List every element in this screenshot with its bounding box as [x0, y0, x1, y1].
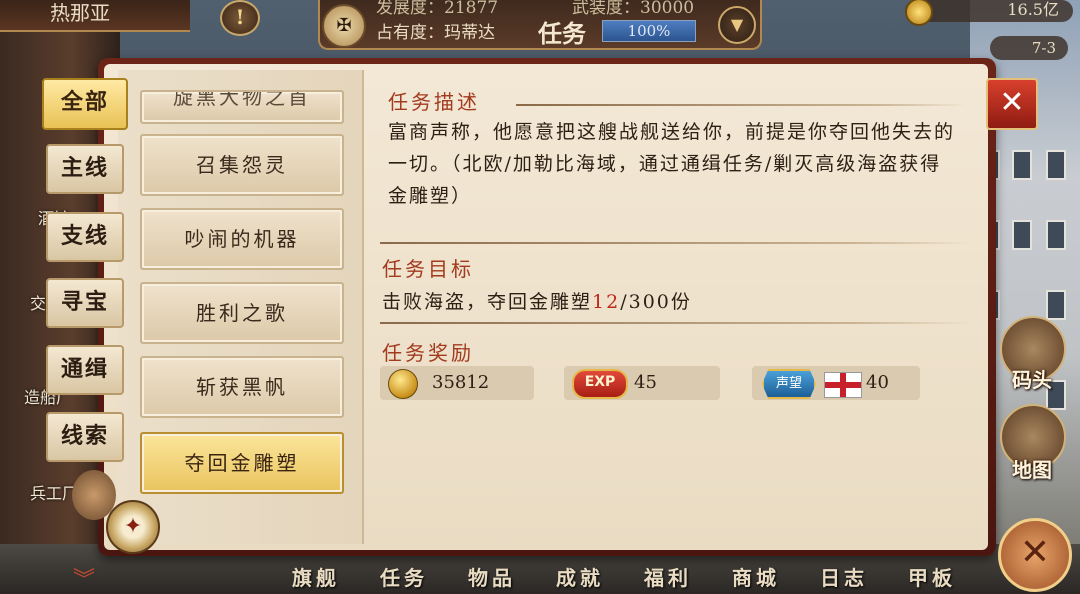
date-value: 7-3: [1031, 39, 1056, 57]
quest-goal: 击败海盗，夺回金雕塑12/300份: [382, 287, 692, 314]
reward-value: 35812: [432, 372, 490, 393]
panel-title: 任务: [538, 19, 586, 48]
dock-button-label[interactable]: 码头: [1002, 364, 1062, 393]
quest-item[interactable]: 胜利之歌: [140, 282, 344, 344]
date-counter: 7-3: [990, 36, 1068, 60]
gold-amount: 16.5亿: [1007, 0, 1059, 19]
close-button[interactable]: ✕: [986, 78, 1038, 130]
chevron-down-icon[interactable]: ▼: [718, 6, 756, 44]
reward-value: 45: [634, 372, 657, 393]
tab-side[interactable]: 支线: [46, 212, 124, 262]
nav-shop[interactable]: 商城: [732, 562, 780, 591]
quest-item[interactable]: 召集怨灵: [140, 134, 344, 196]
crossed-swords-icon[interactable]: ✕: [998, 518, 1072, 592]
description-title: 任务描述: [388, 90, 480, 114]
tab-wanted[interactable]: 通缉: [46, 345, 124, 395]
quest-description: 富商声称，他愿意把这艘战舰送给你，前提是你夺回他失去的一切。（北欧/加勒比海域，…: [388, 121, 956, 207]
goal-text: 击败海盗，夺回金雕塑: [382, 291, 593, 313]
goal-total: /300份: [620, 291, 692, 313]
map-button-label[interactable]: 地图: [1002, 454, 1062, 483]
tab-clues[interactable]: 线索: [46, 412, 124, 462]
city-status-bar: 发展度：21877 武装度：30000 ✠ 占有度：玛蒂达 任务 100% ▼: [318, 0, 762, 50]
nav-tasks[interactable]: 任务: [380, 562, 428, 591]
divider: [380, 322, 970, 324]
fame-icon: 声望: [762, 369, 816, 399]
trade-label[interactable]: 交: [30, 290, 46, 314]
goal-current-count: 12: [592, 291, 621, 313]
alert-icon[interactable]: !: [220, 0, 260, 36]
nav-log[interactable]: 日志: [820, 562, 868, 591]
gold-coin-icon: [388, 369, 418, 399]
nav-items[interactable]: 物品: [468, 562, 516, 591]
city-name[interactable]: 热那亚: [0, 0, 190, 32]
occupancy-progress-bar: 100%: [602, 20, 696, 42]
occupancy-label: 占有度：玛蒂达: [376, 23, 495, 43]
nav-welfare[interactable]: 福利: [644, 562, 692, 591]
tab-all[interactable]: 全部: [42, 78, 128, 130]
goal-title: 任务目标: [382, 257, 474, 281]
bottom-nav: 旗舰 任务 物品 成就 福利 商城 日志 甲板: [280, 560, 980, 594]
exp-icon: EXP: [572, 369, 628, 399]
progress-text: 100%: [627, 22, 671, 40]
military-stat: 武装度：30000: [572, 0, 695, 18]
tab-treasure[interactable]: 寻宝: [46, 278, 124, 328]
divider: [380, 242, 970, 244]
divider: [516, 104, 966, 106]
reward-title: 任务奖励: [382, 341, 474, 365]
compass-icon[interactable]: ✦: [106, 500, 160, 554]
nav-flagship[interactable]: 旗舰: [292, 562, 340, 591]
armory-label[interactable]: 兵工厂: [30, 480, 78, 504]
nav-deck[interactable]: 甲板: [908, 562, 956, 591]
quest-list[interactable]: 旋黑大物之首 召集怨灵 吵闹的机器 胜利之歌 斩获黑帆 夺回金雕塑: [118, 70, 364, 544]
development-stat: 发展度：21877: [376, 0, 499, 18]
reward-value: 40: [866, 372, 889, 393]
reward-fame[interactable]: 声望 40: [752, 366, 920, 400]
eagle-emblem-icon: ✠: [322, 4, 366, 48]
quest-item[interactable]: 旋黑大物之首: [140, 90, 344, 124]
tab-main[interactable]: 主线: [46, 144, 124, 194]
quest-item[interactable]: 斩获黑帆: [140, 356, 344, 418]
double-chevron-down-icon[interactable]: ︾: [66, 562, 102, 593]
quest-item[interactable]: 吵闹的机器: [140, 208, 344, 270]
gold-counter: 16.5亿: [905, 0, 1073, 26]
nav-achievements[interactable]: 成就: [556, 562, 604, 591]
reward-exp[interactable]: EXP 45: [564, 366, 720, 400]
gold-coin-icon: [905, 0, 933, 26]
england-flag-icon: [824, 372, 862, 398]
quest-item-selected[interactable]: 夺回金雕塑: [140, 432, 344, 494]
reward-gold[interactable]: 35812: [380, 366, 534, 400]
